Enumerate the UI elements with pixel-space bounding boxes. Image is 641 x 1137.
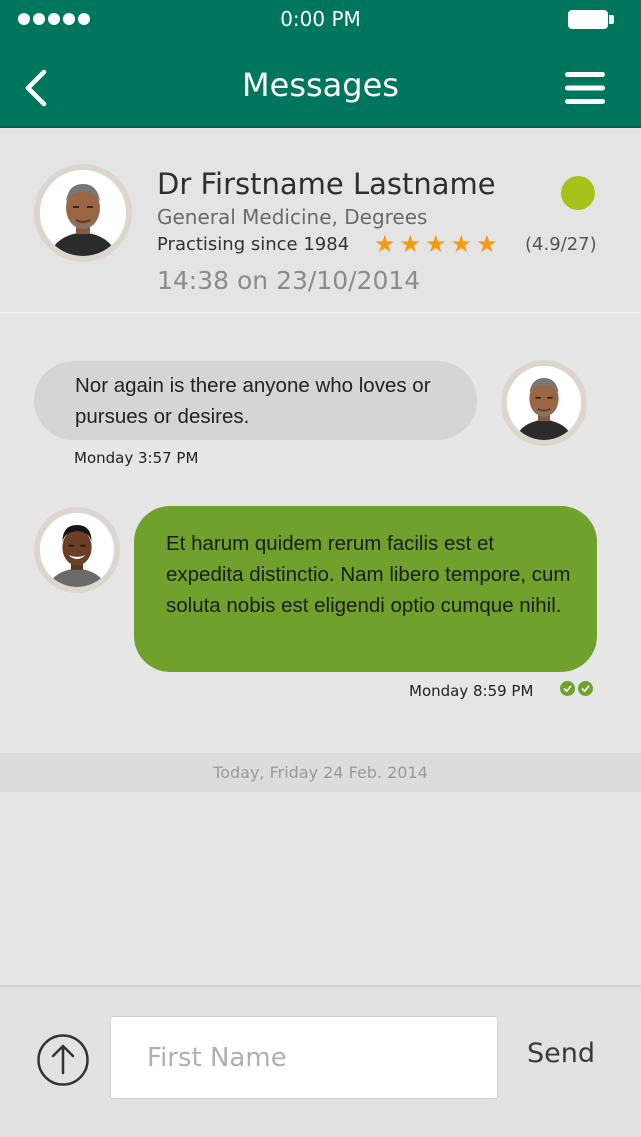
outgoing-message-bubble: Et harum quidem rerum facilis est et exp… — [134, 506, 597, 672]
star-icon: ★ — [425, 230, 447, 258]
day-separator: Today, Friday 24 Feb. 2014 — [0, 753, 641, 792]
message-input[interactable] — [110, 1016, 498, 1099]
message-time: Monday 3:57 PM — [74, 449, 199, 467]
star-icon: ★ — [450, 230, 473, 258]
doctor-name: Dr Firstname Lastname — [157, 167, 496, 201]
status-time: 0:00 PM — [280, 7, 361, 31]
upload-arrow-icon[interactable] — [36, 1033, 90, 1087]
page-title: Messages — [242, 66, 399, 104]
sender-avatar-user[interactable] — [34, 507, 120, 593]
online-status-indicator — [561, 176, 595, 210]
doctor-specialty: General Medicine, Degrees — [157, 205, 428, 229]
rating-text: (4.9/27) — [525, 234, 597, 255]
incoming-message-bubble: Nor again is there anyone who loves or p… — [34, 361, 477, 440]
message-time: Monday 8:59 PM — [409, 682, 534, 700]
person-face-icon — [507, 366, 581, 440]
send-button[interactable]: Send — [515, 1038, 607, 1069]
doctor-timestamp: 14:38 on 23/10/2014 — [157, 266, 421, 295]
battery-tip — [609, 15, 614, 24]
check-icon — [578, 681, 593, 696]
person-face-icon — [40, 170, 126, 256]
doctor-practising-since: Practising since 1984 — [157, 234, 350, 255]
person-face-icon — [40, 513, 114, 587]
star-icon: ★ — [399, 230, 422, 258]
star-icon: ★ — [374, 230, 396, 258]
hamburger-menu-icon[interactable] — [565, 72, 605, 104]
read-receipt — [560, 681, 593, 696]
star-icon: ★ — [476, 230, 498, 258]
rating-stars: ★ ★ ★ ★ ★ — [374, 231, 498, 257]
doctor-avatar[interactable] — [34, 164, 132, 262]
battery-icon — [568, 10, 608, 29]
check-icon — [560, 681, 575, 696]
sender-avatar-doctor[interactable] — [501, 360, 587, 446]
